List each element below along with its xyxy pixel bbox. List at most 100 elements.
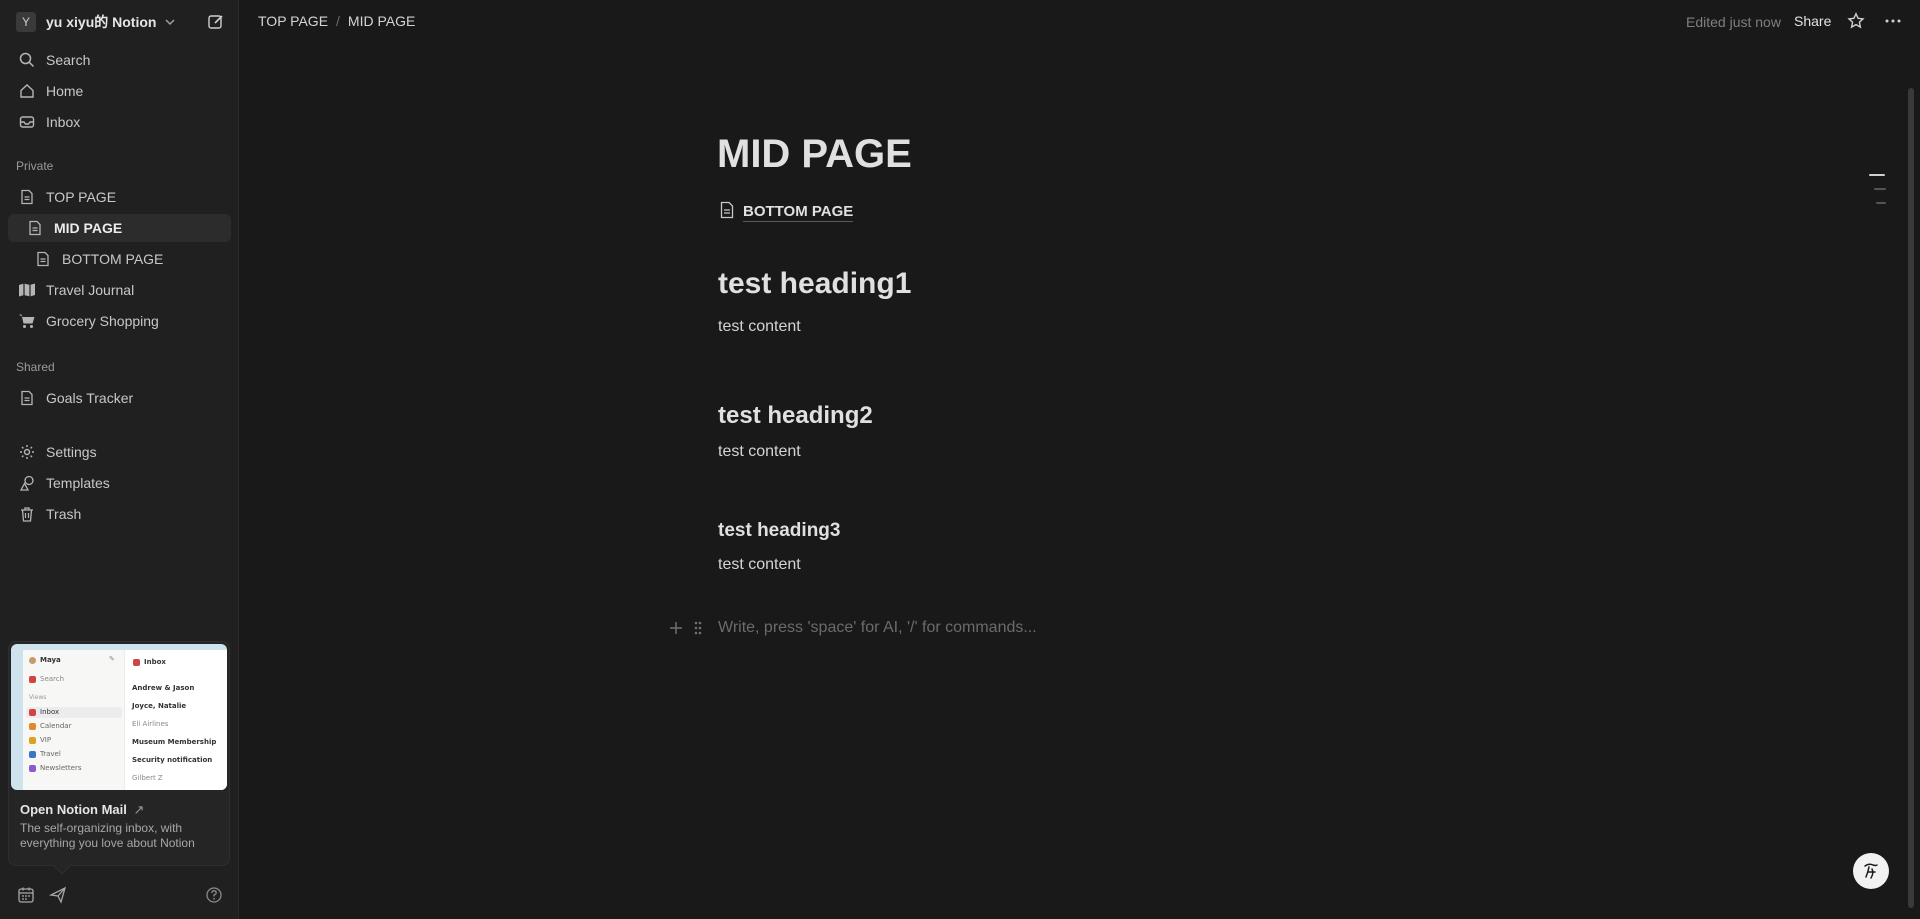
- page-icon: [17, 187, 37, 207]
- mail-preview-thread: Eli Airlines: [132, 720, 169, 728]
- sidebar: Y yu xiyu的 Notion Search Home Inbox Priv…: [0, 0, 239, 919]
- send-icon[interactable]: [48, 885, 68, 905]
- page-icon: [25, 218, 45, 238]
- sidebar-item-home[interactable]: Home: [8, 77, 231, 105]
- text-block[interactable]: test content: [718, 443, 801, 461]
- mail-preview-thread: Gilbert Z: [132, 774, 163, 782]
- sidebar-item-label: Trash: [46, 506, 82, 522]
- sidebar-item-label: MID PAGE: [54, 220, 123, 236]
- external-link-icon: ↗: [133, 802, 145, 817]
- sidebar-item-bottom-page[interactable]: BOTTOM PAGE: [8, 245, 231, 273]
- sidebar-item-inbox[interactable]: Inbox: [8, 108, 231, 136]
- airplane-icon: [29, 751, 36, 758]
- sidebar-item-label: Goals Tracker: [46, 390, 134, 406]
- sidebar-item-label: BOTTOM PAGE: [62, 251, 164, 267]
- search-icon: [29, 676, 36, 683]
- sidebar-item-label: Inbox: [46, 114, 81, 130]
- sidebar-item-label: Travel Journal: [46, 282, 135, 298]
- workspace-switcher[interactable]: Y yu xiyu的 Notion: [10, 10, 230, 34]
- calendar-icon[interactable]: [16, 885, 36, 905]
- subpage-link-bottom-page[interactable]: BOTTOM PAGE: [719, 199, 854, 225]
- user-avatar-icon: [29, 657, 36, 664]
- trash-icon: [17, 504, 37, 524]
- mail-preview-view: Calendar: [40, 722, 72, 730]
- notion-mail-preview-image: Maya ✎ Search Views Inbox Calendar VIP T…: [11, 644, 227, 790]
- section-label-shared[interactable]: Shared: [16, 360, 55, 374]
- inbox-icon: [17, 112, 37, 132]
- sidebar-item-grocery-shopping[interactable]: Grocery Shopping: [8, 307, 231, 335]
- share-button[interactable]: Share: [1794, 13, 1831, 29]
- mail-preview-user: Maya: [40, 656, 61, 664]
- text-block[interactable]: test content: [718, 318, 801, 336]
- mail-preview-inbox-title: Inbox: [144, 658, 166, 666]
- sidebar-item-top-page[interactable]: TOP PAGE: [8, 183, 231, 211]
- mail-preview-thread: Joyce, Natalie: [132, 702, 187, 710]
- breadcrumb-separator: /: [336, 13, 340, 29]
- cart-icon: [17, 311, 37, 331]
- heading-3[interactable]: test heading3: [718, 520, 840, 542]
- toc-marker-heading2[interactable]: [1874, 188, 1886, 190]
- page-icon: [17, 388, 37, 408]
- breadcrumb: TOP PAGE / MID PAGE: [258, 13, 415, 29]
- vip-icon: [29, 737, 36, 744]
- breadcrumb-item-top-page[interactable]: TOP PAGE: [258, 13, 328, 29]
- notion-ai-face-icon: [1864, 863, 1878, 879]
- sidebar-item-label: Templates: [46, 475, 110, 491]
- mail-preview-window: Maya ✎ Search Views Inbox Calendar VIP T…: [23, 650, 227, 790]
- calendar-icon: [29, 723, 36, 730]
- sidebar-item-mid-page[interactable]: MID PAGE: [8, 214, 231, 242]
- promo-title[interactable]: Open Notion Mail ↗: [20, 802, 144, 818]
- empty-block-input[interactable]: Write, press 'space' for AI, '/' for com…: [718, 619, 1037, 637]
- home-icon: [17, 81, 37, 101]
- toc-marker-heading1[interactable]: [1869, 174, 1885, 176]
- sidebar-item-travel-journal[interactable]: Travel Journal: [8, 276, 231, 304]
- mail-preview-view: Newsletters: [40, 764, 82, 772]
- breadcrumb-item-mid-page[interactable]: MID PAGE: [348, 13, 415, 29]
- star-icon[interactable]: [1846, 11, 1866, 31]
- scrollbar[interactable]: [1908, 88, 1914, 908]
- section-label-private[interactable]: Private: [16, 159, 53, 173]
- add-block-icon[interactable]: [667, 619, 685, 637]
- page-icon: [33, 249, 53, 269]
- sidebar-item-label: Settings: [46, 444, 97, 460]
- sidebar-item-goals-tracker[interactable]: Goals Tracker: [8, 384, 231, 412]
- promo-pointer: [53, 857, 71, 875]
- drag-handle-icon[interactable]: [689, 619, 707, 637]
- promo-description: The self-organizing inbox, with everythi…: [20, 821, 195, 850]
- notion-mail-promo[interactable]: Maya ✎ Search Views Inbox Calendar VIP T…: [8, 641, 230, 875]
- compose-icon: ✎: [109, 655, 115, 663]
- page-icon: [719, 201, 735, 224]
- toc-marker-heading3[interactable]: [1876, 202, 1886, 204]
- sidebar-item-label: Home: [46, 83, 84, 99]
- chevron-down-icon: [164, 16, 176, 28]
- shapes-icon: [17, 473, 37, 493]
- map-icon: [17, 280, 37, 300]
- newsletter-icon: [29, 765, 36, 772]
- mail-preview-view: Travel: [40, 750, 61, 758]
- sidebar-item-settings[interactable]: Settings: [8, 438, 231, 466]
- sidebar-item-label: TOP PAGE: [46, 189, 117, 205]
- sidebar-item-label: Search: [46, 52, 91, 68]
- mail-preview-search: Search: [40, 675, 65, 683]
- mail-preview-sidebar: Maya ✎ Search Views Inbox Calendar VIP T…: [23, 650, 125, 790]
- heading-2[interactable]: test heading2: [718, 402, 873, 430]
- more-options-icon[interactable]: [1883, 11, 1903, 31]
- sidebar-item-templates[interactable]: Templates: [8, 469, 231, 497]
- sidebar-item-trash[interactable]: Trash: [8, 500, 231, 528]
- text-block[interactable]: test content: [718, 556, 801, 574]
- sidebar-item-label: Grocery Shopping: [46, 313, 159, 329]
- mail-preview-thread: Andrew & Jason: [132, 684, 195, 692]
- promo-title-text: Open Notion Mail: [20, 802, 127, 817]
- ai-assistant-button[interactable]: [1853, 853, 1889, 889]
- mail-preview-view: VIP: [40, 736, 52, 744]
- inbox-icon: [29, 709, 36, 716]
- page-title[interactable]: MID PAGE: [717, 132, 912, 177]
- heading-1[interactable]: test heading1: [718, 267, 911, 301]
- close-icon[interactable]: [199, 652, 221, 674]
- search-icon: [17, 50, 37, 70]
- help-icon[interactable]: [204, 885, 224, 905]
- sidebar-item-search[interactable]: Search: [8, 46, 231, 74]
- mail-preview-thread: Security notification: [132, 756, 213, 764]
- new-page-icon[interactable]: [206, 12, 226, 32]
- subpage-link-label: BOTTOM PAGE: [743, 202, 854, 222]
